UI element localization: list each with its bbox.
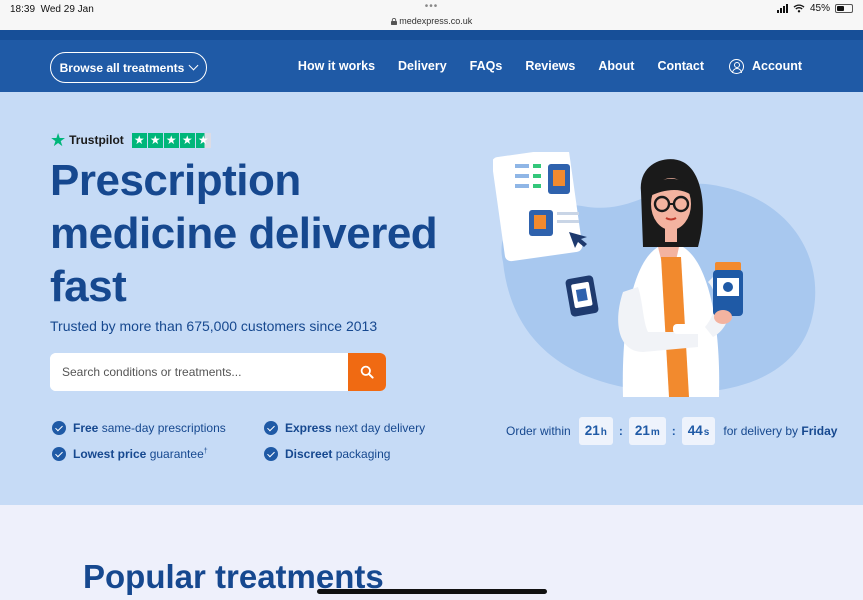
headline-line-1: Prescription xyxy=(50,156,301,205)
trustpilot-wordmark: Trustpilot xyxy=(69,133,124,147)
feature-item: Lowest price guarantee† xyxy=(52,447,208,461)
countdown-seconds: 44 s xyxy=(681,417,716,445)
search-button[interactable] xyxy=(348,353,386,391)
pill-bottle-icon xyxy=(713,262,743,324)
order-within-label: Order within xyxy=(506,424,571,438)
star-icon: ★ xyxy=(179,132,195,148)
half-star-icon: ★ xyxy=(195,132,211,148)
feature-text: Free same-day prescriptions xyxy=(73,421,226,435)
star-icon: ★ xyxy=(163,132,179,148)
feature-text: Express next day delivery xyxy=(285,421,426,435)
nav-link-contact[interactable]: Contact xyxy=(657,59,704,73)
trustpilot-star-icon: ★ xyxy=(50,130,67,150)
check-icon xyxy=(52,421,66,435)
check-icon xyxy=(264,447,278,461)
nav-link-faqs[interactable]: FAQs xyxy=(470,59,503,73)
nav-link-how-it-works[interactable]: How it works xyxy=(298,59,375,73)
account-label: Account xyxy=(752,59,802,73)
nav-link-about[interactable]: About xyxy=(598,59,634,73)
wifi-icon xyxy=(793,4,805,13)
search-icon xyxy=(360,365,374,379)
nav-link-delivery[interactable]: Delivery xyxy=(398,59,447,73)
feature-item: Free same-day prescriptions xyxy=(52,421,226,435)
countdown-separator: : xyxy=(618,424,623,438)
hero-section: ★ Trustpilot ★ ★ ★ ★ ★ Prescription medi… xyxy=(0,92,863,505)
nav-links: How it works Delivery FAQs Reviews About… xyxy=(298,40,802,92)
trustpilot-badge[interactable]: ★ Trustpilot ★ ★ ★ ★ ★ xyxy=(50,130,211,150)
search-bar xyxy=(50,353,386,391)
check-icon xyxy=(264,421,278,435)
battery-percent: 45% xyxy=(809,3,830,14)
countdown-hours: 21 h xyxy=(578,417,613,445)
ios-status-bar: 18:39 Wed 29 Jan ••• medexpress.co.uk 45… xyxy=(0,0,863,30)
account-link[interactable]: Account xyxy=(729,58,802,74)
headline-line-3: fast xyxy=(50,262,127,311)
battery-icon xyxy=(835,4,853,13)
signal-icon xyxy=(776,4,788,13)
lock-icon xyxy=(390,17,397,25)
tab-dots[interactable]: ••• xyxy=(0,1,863,12)
hero-headline: Prescription medicine delivered fast xyxy=(50,154,470,313)
feature-text: Lowest price guarantee† xyxy=(73,447,208,461)
account-icon xyxy=(729,58,744,74)
browse-treatments-button[interactable]: Browse all treatments xyxy=(50,52,207,83)
check-icon xyxy=(52,447,66,461)
home-indicator[interactable] xyxy=(317,589,547,594)
feature-text: Discreet packaging xyxy=(285,447,391,461)
star-icon: ★ xyxy=(147,132,163,148)
chevron-down-icon xyxy=(188,60,199,71)
hero-subline: Trusted by more than 675,000 customers s… xyxy=(50,318,378,334)
url-text: medexpress.co.uk xyxy=(399,16,473,26)
pharmacist-illustration xyxy=(493,152,816,397)
delivery-by-label: for delivery by Friday xyxy=(723,424,838,438)
feature-item: Express next day delivery xyxy=(264,421,425,435)
nav-link-reviews[interactable]: Reviews xyxy=(525,59,575,73)
countdown-separator: : xyxy=(671,424,676,438)
headline-line-2: medicine delivered xyxy=(50,209,438,258)
star-icon: ★ xyxy=(131,132,147,148)
status-right: 45% xyxy=(776,3,853,14)
feature-item: Discreet packaging xyxy=(264,447,390,461)
phone-screen-icon xyxy=(493,152,587,262)
countdown-minutes: 21 m xyxy=(628,417,666,445)
trustpilot-stars: ★ ★ ★ ★ ★ xyxy=(131,132,211,148)
delivery-day: Friday xyxy=(801,424,838,438)
order-countdown: Order within 21 h : 21 m : 44 s for deliver… xyxy=(506,417,837,445)
top-stripe xyxy=(0,30,863,40)
browse-treatments-label: Browse all treatments xyxy=(59,60,185,75)
address-bar[interactable]: medexpress.co.uk xyxy=(0,16,863,26)
search-input[interactable] xyxy=(50,353,348,391)
main-nav: Browse all treatments How it works Deliv… xyxy=(0,40,863,92)
